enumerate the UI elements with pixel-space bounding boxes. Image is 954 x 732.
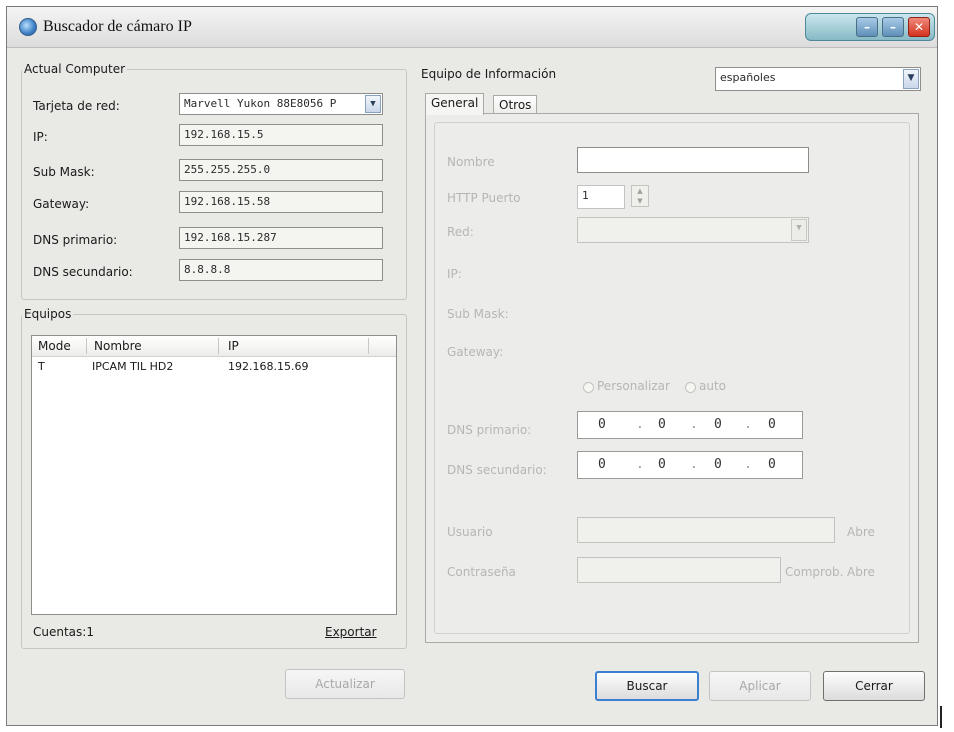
maximize-icon[interactable]: – <box>882 17 904 37</box>
language-value: españoles <box>720 71 776 84</box>
radio-personalizar[interactable] <box>583 382 594 393</box>
title-bar[interactable]: Buscador de cámaro IP – – ✕ <box>7 7 937 48</box>
ip-field[interactable]: 192.168.15.5 <box>179 124 383 146</box>
verify-button[interactable]: Comprob. <box>785 565 843 579</box>
http-port-input[interactable]: 1 <box>577 185 625 209</box>
window-title: Buscador de cámaro IP <box>43 18 192 35</box>
network-card-value: Marvell Yukon 88E8056 P <box>184 97 337 110</box>
info-sub-mask-label: Sub Mask: <box>447 307 509 321</box>
open-button-2[interactable]: Abre <box>847 565 875 579</box>
device-info-heading: Equipo de Información <box>421 67 557 81</box>
red-select[interactable]: ▼ <box>577 217 809 243</box>
port-spinner[interactable]: ▲ ▼ <box>631 185 649 207</box>
dns-secondary-field[interactable]: 8.8.8.8 <box>179 259 383 281</box>
name-label: Nombre <box>447 155 495 169</box>
actual-computer-legend: Actual Computer <box>24 62 126 76</box>
camera-app-icon <box>19 18 37 36</box>
row-mode: T <box>38 360 45 373</box>
column-ip[interactable]: IP <box>228 339 239 353</box>
chevron-down-icon[interactable]: ▼ <box>791 219 807 241</box>
dns-primary-field[interactable]: 192.168.15.287 <box>179 227 383 249</box>
language-select[interactable]: españoles ▼ <box>715 67 921 91</box>
network-card-label: Tarjeta de red: <box>33 99 120 113</box>
password-input[interactable] <box>577 557 781 583</box>
spin-down-icon[interactable]: ▼ <box>632 196 648 206</box>
window-controls: – – ✕ <box>805 13 935 41</box>
user-input[interactable] <box>577 517 835 543</box>
export-link[interactable]: Exportar <box>325 625 377 639</box>
name-input[interactable] <box>577 147 809 173</box>
dns-primary-ip-input[interactable]: 0 . 0 . 0 . 0 <box>577 411 803 439</box>
sub-mask-label: Sub Mask: <box>33 165 95 179</box>
table-row[interactable]: T IPCAM TIL HD2 192.168.15.69 <box>32 358 396 376</box>
ip-label: IP: <box>33 130 48 144</box>
search-button[interactable]: Buscar <box>595 671 699 701</box>
text-cursor <box>940 706 942 728</box>
chevron-down-icon[interactable]: ▼ <box>365 95 381 113</box>
network-card-select[interactable]: Marvell Yukon 88E8056 P ▼ <box>179 93 383 115</box>
devices-legend: Equipos <box>24 307 72 321</box>
count-label: Cuentas:1 <box>33 625 94 639</box>
minimize-icon[interactable]: – <box>856 17 878 37</box>
sub-mask-field[interactable]: 255.255.255.0 <box>179 159 383 181</box>
tab-general[interactable]: General <box>425 93 485 115</box>
apply-button[interactable]: Aplicar <box>709 671 811 701</box>
close-icon[interactable]: ✕ <box>908 17 930 37</box>
password-label: Contraseña <box>447 565 516 579</box>
dns-secondary-ip-input[interactable]: 0 . 0 . 0 . 0 <box>577 451 803 479</box>
open-button-1[interactable]: Abre <box>847 525 875 539</box>
info-dns-primary-label: DNS primario: <box>447 423 532 437</box>
user-label: Usuario <box>447 525 493 539</box>
ip-camera-finder-window: Buscador de cámaro IP – – ✕ Actual Compu… <box>6 6 938 726</box>
row-ip: 192.168.15.69 <box>228 360 309 373</box>
dns-primary-label: DNS primario: <box>33 233 118 247</box>
info-dns-secondary-label: DNS secundario: <box>447 463 547 477</box>
radio-personalizar-label: Personalizar <box>597 379 670 393</box>
chevron-down-icon[interactable]: ▼ <box>903 69 919 89</box>
devices-list[interactable]: Mode Nombre IP T IPCAM TIL HD2 192.168.1… <box>31 335 397 615</box>
red-label: Red: <box>447 225 474 239</box>
dns-secondary-label: DNS secundario: <box>33 265 133 279</box>
devices-list-header: Mode Nombre IP <box>32 336 396 357</box>
refresh-button[interactable]: Actualizar <box>285 669 405 699</box>
close-button[interactable]: Cerrar <box>823 671 925 701</box>
radio-auto[interactable] <box>685 382 696 393</box>
http-port-label: HTTP Puerto <box>447 191 521 205</box>
column-mode[interactable]: Mode <box>38 339 71 353</box>
row-name: IPCAM TIL HD2 <box>92 360 174 373</box>
gateway-label: Gateway: <box>33 197 90 211</box>
gateway-field[interactable]: 192.168.15.58 <box>179 191 383 213</box>
tab-otros[interactable]: Otros <box>493 95 538 115</box>
column-name[interactable]: Nombre <box>94 339 142 353</box>
spin-up-icon[interactable]: ▲ <box>632 186 648 196</box>
info-gateway-label: Gateway: <box>447 345 504 359</box>
radio-auto-label: auto <box>699 379 727 393</box>
info-ip-label: IP: <box>447 267 462 281</box>
